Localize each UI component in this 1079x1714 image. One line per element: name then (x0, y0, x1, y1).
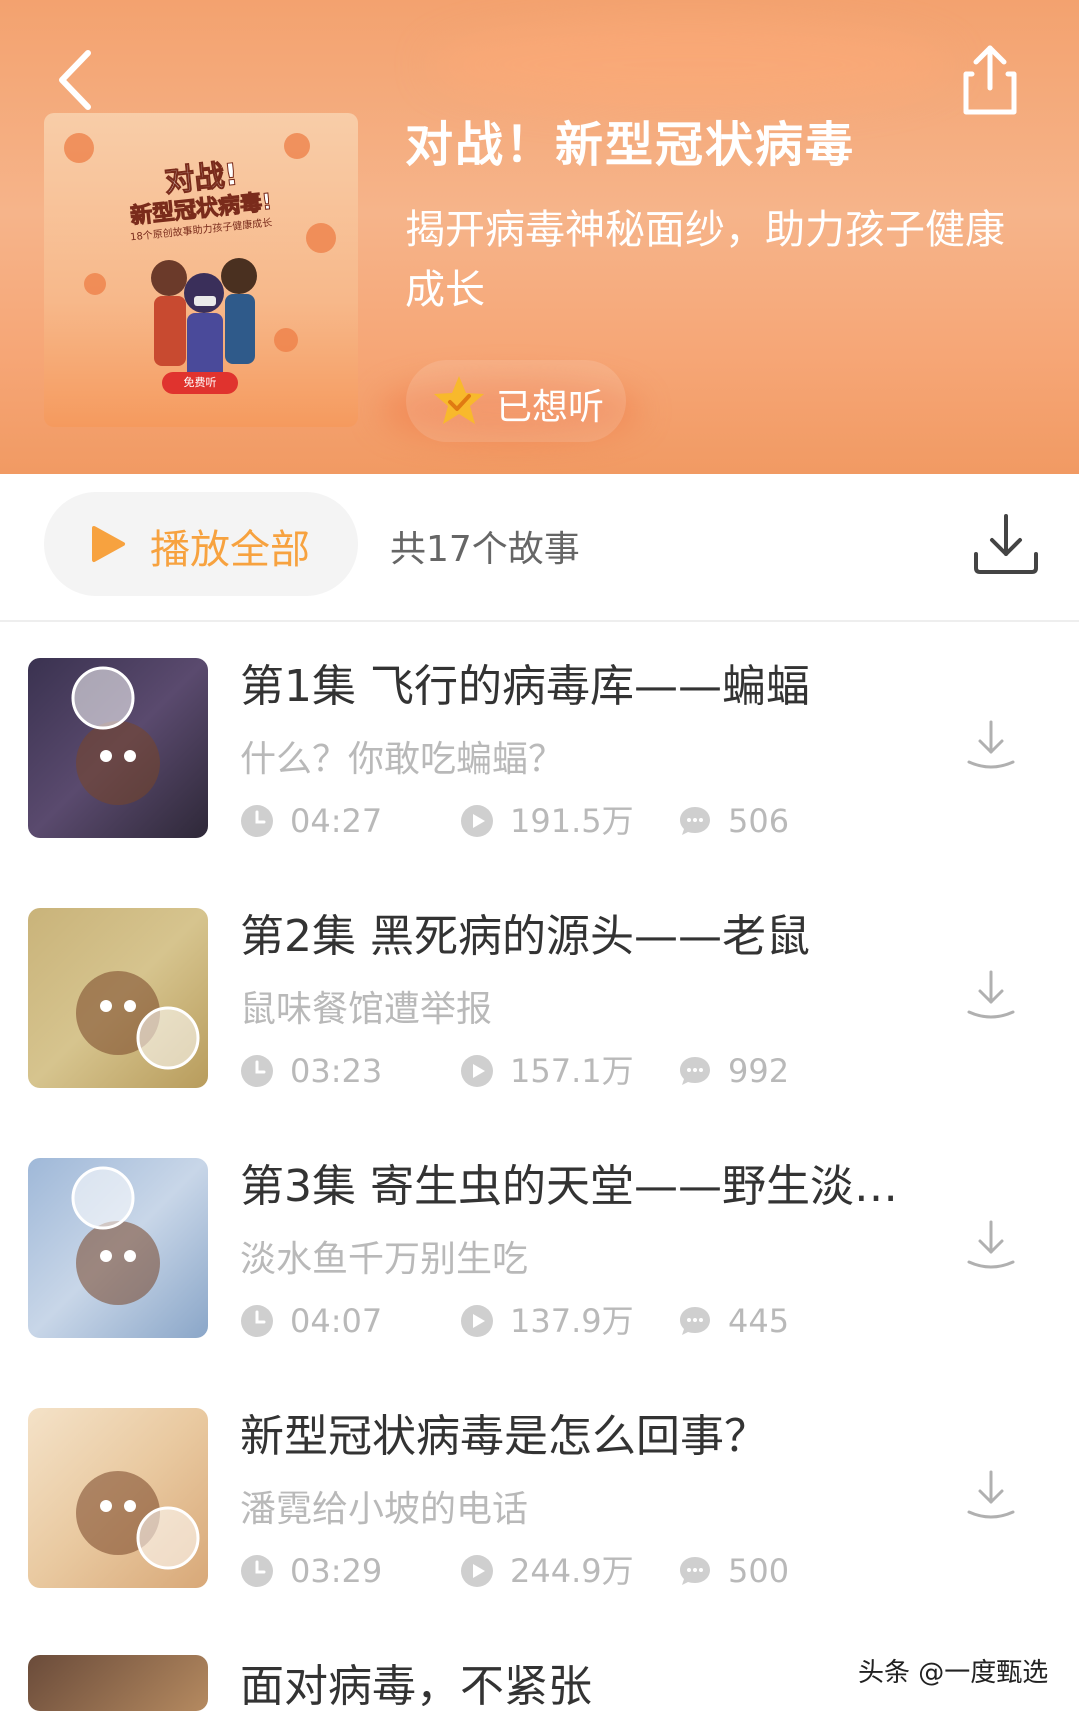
clock-icon (241, 1305, 273, 1337)
episode-row[interactable]: 第3集 寄生虫的天堂——野生淡水鱼淡水鱼千万别生吃 04:07 137.9万 445 (0, 1158, 1079, 1358)
episode-download-button[interactable] (966, 1218, 1016, 1274)
download-icon (967, 1220, 1015, 1269)
free-listen-badge: 免费听 (162, 372, 238, 394)
album-cover: 对战! 新型冠状病毒! 18个原创故事助力孩子健康成长 免费听 (44, 113, 358, 427)
episode-thumbnail (28, 1158, 208, 1338)
clock-icon (241, 1055, 273, 1087)
episode-duration: 03:29 (290, 1552, 383, 1590)
episode-title: 第1集 飞行的病毒库——蝙蝠 (240, 661, 810, 712)
album-title: 对战！新型冠状病毒 (405, 117, 856, 173)
episode-row[interactable]: 新型冠状病毒是怎么回事？ 潘霓给小坡的电话 03:29 244.9万 500 (0, 1408, 1079, 1608)
episode-comment-count: 992 (728, 1052, 790, 1090)
episode-illustration (76, 971, 200, 1070)
episode-duration: 03:23 (290, 1052, 383, 1090)
play-all-label: 播放全部 (150, 527, 310, 573)
comment-bubble-icon (680, 1307, 710, 1335)
episode-meta: 03:23 157.1万 992 (240, 1051, 840, 1091)
episode-comment-count: 500 (728, 1552, 790, 1590)
episode-row[interactable]: 第1集 飞行的病毒库——蝙蝠什么？你敢吃蝙蝠？ 04:27 191.5万 506 (0, 658, 1079, 858)
clock-icon (241, 1555, 273, 1587)
back-button[interactable] (50, 45, 110, 115)
album-description: 揭开病毒神秘面纱，助力孩子健康成长 (405, 207, 1005, 313)
header-blur-decoration (430, 20, 950, 110)
episode-play-count: 191.5万 (510, 802, 634, 840)
play-circle-icon (461, 1055, 493, 1087)
episode-play-count: 157.1万 (510, 1052, 634, 1090)
episode-duration: 04:07 (290, 1302, 383, 1340)
episode-thumbnail (28, 1655, 208, 1711)
section-divider (0, 620, 1079, 622)
share-icon (963, 45, 1017, 115)
episode-illustration (71, 1166, 160, 1305)
episode-meta: 04:07 137.9万 445 (240, 1301, 840, 1341)
virus-decoration (84, 273, 106, 295)
comment-bubble-icon (680, 1557, 710, 1585)
want-to-listen-label: 已想听 (496, 387, 605, 428)
episode-comment-count: 506 (728, 802, 790, 840)
episode-illustration (76, 1471, 200, 1570)
episode-thumbnail (28, 908, 208, 1088)
cover-characters-illustration (151, 258, 257, 383)
episode-thumbnail (28, 1408, 208, 1588)
episode-subtitle: 鼠味餐馆遭举报 (240, 989, 493, 1030)
comment-bubble-icon (680, 807, 710, 835)
episode-thumbnail (28, 658, 208, 838)
star-check-icon (434, 376, 484, 424)
clock-icon (241, 805, 273, 837)
episode-comment-count: 445 (728, 1302, 790, 1340)
virus-decoration (306, 223, 336, 253)
share-button[interactable] (960, 40, 1020, 120)
episode-subtitle: 什么？你敢吃蝙蝠？ (240, 739, 565, 780)
comment-bubble-icon (680, 1057, 710, 1085)
episode-illustration (71, 666, 160, 805)
episode-meta: 04:27 191.5万 506 (240, 801, 840, 841)
want-to-listen-button[interactable]: 已想听 (406, 360, 626, 442)
episode-row[interactable]: 第2集 黑死病的源头——老鼠鼠味餐馆遭举报 03:23 157.1万 992 (0, 908, 1079, 1108)
episode-play-count: 137.9万 (510, 1302, 634, 1340)
episode-title: 第2集 黑死病的源头——老鼠 (240, 911, 810, 962)
download-icon (967, 970, 1015, 1019)
episode-title: 第3集 寄生虫的天堂——野生淡水鱼 (240, 1161, 930, 1212)
play-triangle-icon (92, 526, 125, 562)
download-icon (967, 1470, 1015, 1519)
virus-decoration (274, 328, 298, 352)
episode-title: 新型冠状病毒是怎么回事？ (240, 1411, 768, 1462)
episode-meta: 03:29 244.9万 500 (240, 1551, 840, 1591)
play-circle-icon (461, 805, 493, 837)
episode-download-button[interactable] (966, 968, 1016, 1024)
episode-subtitle: 潘霓给小坡的电话 (240, 1489, 529, 1530)
episode-download-button[interactable] (966, 1468, 1016, 1524)
download-all-button[interactable] (970, 510, 1042, 578)
episode-duration: 04:27 (290, 802, 383, 840)
album-header: 对战! 新型冠状病毒! 18个原创故事助力孩子健康成长 免费听 对战！新型冠状病… (0, 0, 1079, 474)
download-icon (967, 720, 1015, 769)
episode-download-button[interactable] (966, 718, 1016, 774)
play-circle-icon (461, 1555, 493, 1587)
download-icon (974, 514, 1038, 574)
play-all-button[interactable]: 播放全部 (44, 492, 358, 596)
story-count: 共17个故事 (390, 529, 580, 570)
virus-decoration (64, 133, 94, 163)
watermark: 头条 @一度甄选 (858, 1658, 1049, 1688)
back-arrow-icon (59, 50, 91, 110)
episode-subtitle: 淡水鱼千万别生吃 (240, 1239, 529, 1280)
play-circle-icon (461, 1305, 493, 1337)
episode-play-count: 244.9万 (510, 1552, 634, 1590)
